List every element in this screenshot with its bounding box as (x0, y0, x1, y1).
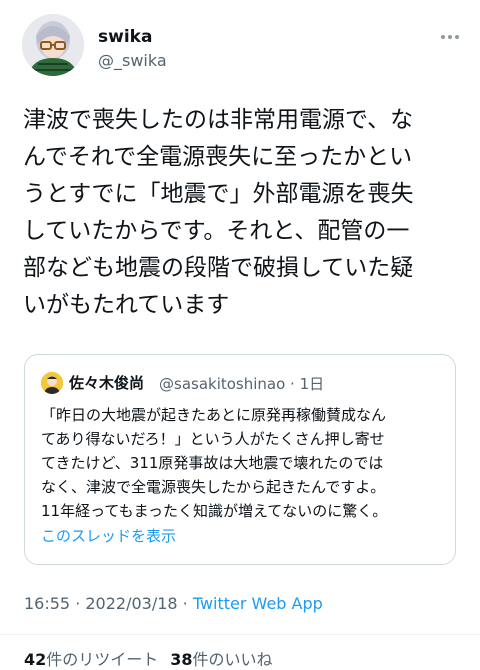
author-handle[interactable]: @_swika (98, 51, 167, 70)
tweet-text: 津波で喪失したのは非常用電源で、な んでそれで全電源喪失に至ったかとい うとすで… (23, 102, 463, 324)
tweet-header: swika @_swika (22, 14, 462, 84)
author-name[interactable]: swika (98, 27, 152, 47)
quoted-author-name[interactable]: 佐々木俊尚 (69, 372, 144, 393)
like-count[interactable]: 38 (170, 650, 192, 669)
retweet-count[interactable]: 42 (24, 650, 46, 669)
quoted-line: 「昨日の大地震が起きたあとに原発再稼働賛成なん (41, 406, 387, 424)
retweet-label[interactable]: 件のリツイート (46, 650, 158, 669)
avatar[interactable] (22, 14, 84, 76)
quoted-line: てあり得ないだろ！」という人がたくさん押し寄せ (41, 430, 385, 448)
quoted-text: 「昨日の大地震が起きたあとに原発再稼働賛成なん てあり得ないだろ！」という人がた… (41, 403, 451, 523)
divider (0, 634, 480, 635)
tweet-line: んでそれで全電源喪失に至ったかとい (23, 144, 413, 170)
tweet-line: うとすでに「地震で」外部電源を喪失 (23, 181, 414, 207)
quoted-line: なく、津波で全電源喪失したから起きたんですよ。 (41, 478, 386, 496)
tweet-stats: 42件のリツイート 38件のいいね (24, 646, 273, 670)
timestamp[interactable]: 16:55 · 2022/03/18 · (24, 594, 193, 613)
tweet-line: していたからです。それと、配管の一 (23, 218, 410, 244)
ellipsis-icon[interactable] (440, 24, 460, 45)
quoted-tweet[interactable]: 佐々木俊尚 @sasakitoshinao · 1日 「昨日の大地震が起きたあと… (24, 354, 456, 565)
quoted-line: てきたけど、311原発事故は大地震で壊れたのでは (41, 454, 384, 472)
tweet-line: 部なども地震の段階で破損していた疑 (23, 255, 414, 281)
source-link[interactable]: Twitter Web App (193, 594, 323, 613)
quoted-avatar[interactable] (41, 372, 63, 394)
quoted-line: 11年経ってもまったく知識が増えてないのに驚く。 (41, 502, 388, 520)
like-label[interactable]: 件のいいね (193, 650, 273, 669)
quoted-author-meta: @sasakitoshinao · 1日 (159, 375, 325, 393)
show-thread-link[interactable]: このスレッドを表示 (41, 525, 176, 546)
tweet-line: 津波で喪失したのは非常用電源で、な (23, 107, 414, 133)
tweet-footer: 16:55 · 2022/03/18 · Twitter Web App (24, 594, 323, 613)
tweet-line: いがもたれています (23, 292, 230, 318)
